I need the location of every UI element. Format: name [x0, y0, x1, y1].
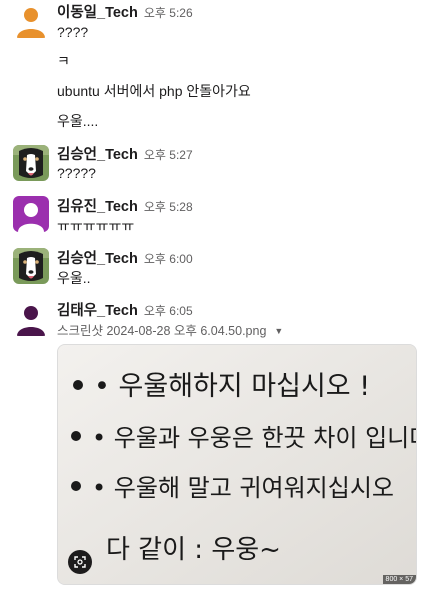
message-text: ubuntu 서버에서 php 안돌아가요 — [57, 83, 251, 99]
note-line: 다 같이 : 우웅~ — [106, 535, 281, 565]
handwritten-note-image: • 우울해하지 마십시오 ! • 우울과 우웅은 한끗 차이 입니다! • 우울… — [58, 345, 417, 584]
avatar-purple[interactable] — [13, 196, 49, 232]
image-attachment[interactable]: • 우울해하지 마십시오 ! • 우울과 우웅은 한끗 차이 입니다! • 우울… — [57, 344, 417, 585]
file-name-toggle[interactable]: 스크린샷 2024-08-28 오후 6.04.50.png ▼ — [57, 320, 283, 339]
note-line: • 우울과 우웅은 한끗 차이 입니다! — [92, 424, 417, 452]
message-text: ????? — [57, 165, 96, 181]
message-header: 김태우_Tech 오후 6:05 — [57, 299, 193, 319]
timestamp[interactable]: 오후 5:27 — [144, 148, 193, 162]
message-text: 우울.. — [57, 270, 91, 286]
dog-photo-icon — [13, 145, 49, 181]
timestamp[interactable]: 오후 5:26 — [144, 6, 193, 20]
message-header: 김승언_Tech 오후 5:27 — [57, 143, 193, 163]
image-search-icon[interactable] — [68, 550, 92, 574]
dog-photo-icon — [13, 248, 49, 284]
avatar-dog[interactable] — [13, 248, 49, 284]
avatar-orange[interactable] — [13, 2, 49, 38]
author-name[interactable]: 김승언_Tech — [57, 147, 138, 163]
author-name[interactable]: 김태우_Tech — [57, 303, 138, 319]
message-text: ???? — [57, 24, 89, 40]
avatar-dog[interactable] — [13, 145, 49, 181]
avatar-dark-purple[interactable] — [13, 300, 49, 336]
message-header: 김승언_Tech 오후 6:00 — [57, 247, 193, 267]
user-avatar-icon — [13, 196, 49, 232]
message-text: 우울.... — [57, 113, 99, 129]
timestamp[interactable]: 오후 5:28 — [144, 200, 193, 214]
message-header: 이동일_Tech 오후 5:26 — [57, 1, 193, 21]
timestamp[interactable]: 오후 6:00 — [144, 252, 193, 266]
author-name[interactable]: 이동일_Tech — [57, 5, 138, 21]
author-name[interactable]: 김승언_Tech — [57, 251, 138, 267]
timestamp[interactable]: 오후 6:05 — [144, 304, 193, 318]
caret-down-icon[interactable]: ▼ — [274, 326, 283, 336]
note-line: • 우울해하지 마십시오 ! — [94, 371, 370, 402]
message-header: 김유진_Tech 오후 5:28 — [57, 195, 193, 215]
image-dimensions: 800 × 57 — [382, 575, 416, 584]
message-text: ㅋ — [57, 53, 70, 69]
author-name[interactable]: 김유진_Tech — [57, 199, 138, 215]
message-text: ㅠㅠㅠㅠㅠㅠ — [57, 218, 135, 234]
note-line: • 우울해 말고 귀여워지십시오 — [92, 474, 394, 502]
user-avatar-icon — [13, 2, 49, 38]
user-avatar-icon — [13, 300, 49, 336]
file-name[interactable]: 스크린샷 2024-08-28 오후 6.04.50.png — [57, 324, 266, 338]
